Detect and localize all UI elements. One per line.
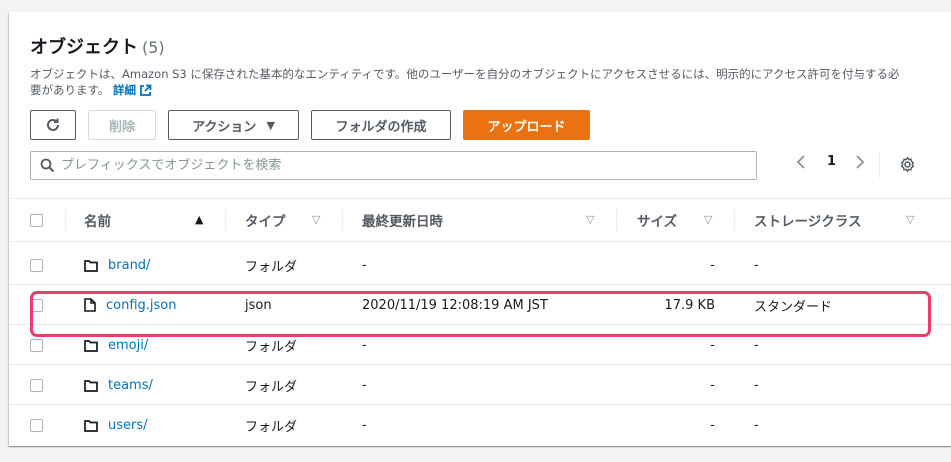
create-folder-button[interactable]: フォルダの作成	[311, 110, 451, 140]
object-modified: -	[362, 417, 367, 433]
column-header-name[interactable]: 名前	[84, 199, 111, 241]
checkbox-box[interactable]	[30, 213, 43, 227]
select-all-checkbox[interactable]	[30, 199, 43, 241]
column-divider	[342, 209, 343, 231]
object-name-link[interactable]: teams/	[84, 365, 153, 405]
row-checkbox[interactable]	[30, 245, 43, 285]
object-name-link[interactable]: emoji/	[84, 325, 148, 365]
folder-icon	[84, 419, 98, 432]
object-count: (5)	[142, 38, 165, 57]
row-checkbox[interactable]	[30, 365, 43, 405]
row-checkbox[interactable]	[30, 285, 43, 325]
refresh-button[interactable]	[30, 110, 76, 140]
next-page-button[interactable]	[854, 154, 866, 170]
upload-button[interactable]: アップロード	[463, 110, 590, 140]
description-text: オブジェクトは、Amazon S3 に保存された基本的なエンティティです。他のユ…	[30, 67, 900, 97]
object-name[interactable]: emoji/	[108, 338, 148, 353]
description: オブジェクトは、Amazon S3 に保存された基本的なエンティティです。他のユ…	[30, 66, 910, 101]
object-type: json	[245, 297, 272, 313]
object-size: -	[710, 377, 715, 393]
table-row[interactable]: config.json json 2020/11/19 12:08:19 AM …	[9, 285, 951, 325]
sort-icon[interactable]: ▽	[312, 213, 320, 226]
page-number[interactable]: 1	[827, 154, 836, 169]
folder-icon	[84, 379, 98, 392]
checkbox-box[interactable]	[30, 258, 43, 272]
object-name-link[interactable]: config.json	[84, 285, 177, 325]
checkbox-box[interactable]	[30, 298, 43, 312]
sort-ascending-icon[interactable]: ▲	[195, 213, 203, 226]
page-title: オブジェクト (5)	[30, 33, 165, 59]
file-icon	[84, 298, 96, 312]
actions-label: アクション	[192, 119, 257, 135]
column-divider	[65, 209, 66, 231]
object-storage-class: -	[754, 377, 759, 393]
object-size: -	[710, 417, 715, 433]
page-number-text: 1	[827, 154, 837, 169]
object-type: フォルダ	[245, 379, 298, 395]
object-type: フォルダ	[245, 259, 298, 275]
prev-page-button[interactable]	[795, 154, 807, 170]
object-storage-class: スタンダード	[754, 299, 833, 315]
caret-down-icon: ▼	[266, 118, 275, 132]
external-link-icon[interactable]	[139, 84, 152, 101]
chevron-left-icon	[795, 154, 807, 170]
table-row[interactable]: users/ フォルダ - - -	[9, 405, 951, 445]
sort-icon[interactable]: ▽	[586, 213, 594, 226]
object-name-link[interactable]: brand/	[84, 245, 150, 285]
folder-icon	[84, 259, 98, 272]
object-modified: -	[362, 337, 367, 353]
object-storage-class: -	[754, 417, 759, 433]
row-checkbox[interactable]	[30, 325, 43, 365]
delete-button[interactable]: 削除	[88, 110, 156, 140]
search-icon	[40, 158, 55, 173]
detail-link[interactable]: 詳細	[113, 83, 136, 97]
object-size: 17.9 KB	[664, 297, 715, 313]
chevron-right-icon	[854, 154, 866, 170]
objects-panel: オブジェクト (5) オブジェクトは、Amazon S3 に保存された基本的なエン…	[9, 12, 951, 446]
row-checkbox[interactable]	[30, 405, 43, 445]
sort-icon[interactable]: ▽	[704, 213, 712, 226]
object-modified: -	[362, 257, 367, 273]
checkbox-box[interactable]	[30, 338, 43, 352]
object-size: -	[710, 257, 715, 273]
object-size: -	[710, 337, 715, 353]
object-name[interactable]: config.json	[106, 298, 177, 313]
search-input[interactable]	[61, 158, 711, 173]
object-modified: -	[362, 377, 367, 393]
object-name[interactable]: brand/	[108, 258, 150, 273]
checkbox-box[interactable]	[30, 378, 43, 392]
table-header: 名前 ▲ タイプ ▽ 最終更新日時 ▽ サイズ ▽ ストレージクラス ▽	[9, 198, 951, 242]
object-storage-class: -	[754, 337, 759, 353]
column-divider	[734, 209, 735, 231]
object-name-link[interactable]: users/	[84, 405, 148, 445]
gear-icon	[899, 156, 916, 173]
object-name[interactable]: teams/	[108, 378, 153, 393]
column-header-modified[interactable]: 最終更新日時	[362, 199, 443, 241]
table-row[interactable]: teams/ フォルダ - - -	[9, 365, 951, 405]
column-divider	[616, 209, 617, 231]
title-text: オブジェクト	[30, 37, 138, 58]
column-header-size[interactable]: サイズ	[637, 199, 677, 241]
table-row[interactable]: brand/ フォルダ - - -	[9, 245, 951, 285]
object-modified: 2020/11/19 12:08:19 AM JST	[362, 297, 548, 313]
pager-divider	[879, 152, 880, 178]
object-name[interactable]: users/	[108, 418, 148, 433]
object-storage-class: -	[754, 257, 759, 273]
column-divider	[225, 209, 226, 231]
sort-icon[interactable]: ▽	[906, 213, 914, 226]
table-row[interactable]: emoji/ フォルダ - - -	[9, 325, 951, 365]
folder-icon	[84, 339, 98, 352]
settings-button[interactable]	[899, 156, 916, 173]
object-type: フォルダ	[245, 339, 298, 355]
actions-dropdown[interactable]: アクション ▼	[168, 110, 299, 140]
column-header-storage[interactable]: ストレージクラス	[754, 199, 861, 241]
object-type: フォルダ	[245, 419, 298, 435]
checkbox-box[interactable]	[30, 418, 43, 432]
column-header-type[interactable]: タイプ	[245, 199, 286, 241]
refresh-icon	[45, 117, 61, 133]
search-box[interactable]	[30, 151, 757, 180]
